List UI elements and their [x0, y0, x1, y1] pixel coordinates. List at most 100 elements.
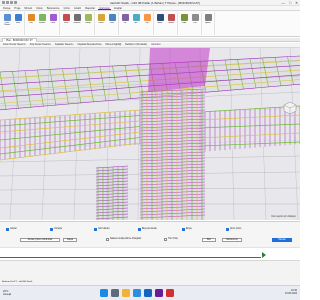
- rebar-icon: [97, 14, 105, 21]
- ribbon-tab-6[interactable]: Analiz: [73, 6, 82, 10]
- ribbon-button-label: Donatı: [98, 22, 104, 24]
- undo-icon[interactable]: [6, 1, 9, 4]
- mail-icon[interactable]: [144, 289, 152, 297]
- document-tab[interactable]: Plan - BODRUM KAT, FT: [2, 38, 37, 42]
- close-button[interactable]: ✕: [295, 1, 298, 5]
- ribbon-button-7-0[interactable]: Ayarlar: [203, 12, 213, 34]
- ribbon-button-label: Kolon: [15, 22, 21, 24]
- save-icon[interactable]: [2, 1, 5, 4]
- ribbon-group-0: Çizim Yöntemi Kolon: [2, 12, 25, 35]
- progress-strip: [0, 247, 300, 260]
- windows-icon[interactable]: [100, 289, 108, 297]
- pdf-icon[interactable]: [166, 289, 174, 297]
- idecad-icon[interactable]: [155, 289, 163, 297]
- ribbon-tab-4[interactable]: Betonarme: [46, 6, 61, 10]
- ribbon-button-4-2[interactable]: Ölçü: [142, 12, 152, 34]
- refresh-button[interactable]: Belirlenmiş: [222, 238, 242, 242]
- timeline-marker-icon[interactable]: [262, 252, 266, 258]
- option-check-3[interactable]: Boyuna donatı: [138, 228, 157, 231]
- ribbon-button-4-1[interactable]: Aks: [131, 12, 141, 34]
- grid-icon: [3, 14, 11, 21]
- option-check-label: Boyuna donatı: [142, 228, 157, 230]
- windows-taskbar: 20°C Güneşli 16:32 15.05.2024: [0, 285, 300, 300]
- option-check-5[interactable]: Çiroz çizim: [226, 228, 241, 231]
- option-check-0[interactable]: Göster: [6, 228, 17, 231]
- draw-all-button[interactable]: Donatı Çizimi Görüntüle: [20, 238, 60, 242]
- ribbon-tab-7[interactable]: Raporlar: [84, 6, 96, 10]
- 3d-viewport[interactable]: Yeni seçim için tıklayın: [0, 48, 300, 220]
- checkbox-icon[interactable]: [164, 238, 167, 241]
- ribbon-tab-0[interactable]: Dosya: [2, 6, 11, 10]
- close-option-button[interactable]: Kapat: [63, 238, 77, 242]
- ribbon-button-1-0[interactable]: Kiriş: [26, 12, 36, 34]
- ribbon-button-3-0[interactable]: Donatı: [96, 12, 106, 34]
- column-icon: [14, 14, 22, 21]
- axis-icon: [132, 14, 140, 21]
- redo-icon[interactable]: [10, 1, 13, 4]
- ramp-icon: [84, 14, 92, 21]
- status-text: Bodrum Kat FT - ideCAD Statik: [2, 281, 33, 283]
- checkbox-icon[interactable]: [6, 228, 9, 231]
- rebar-3d-scene[interactable]: [0, 48, 300, 220]
- maximize-button[interactable]: □: [289, 1, 291, 5]
- option-check-label: Etriye: [186, 228, 192, 230]
- view-cube-icon[interactable]: [283, 101, 297, 115]
- quick-access-toolbar: [2, 1, 17, 5]
- view-tab-0[interactable]: Kolon Donatı Tasarımı: [2, 43, 27, 47]
- ribbon-button-6-0[interactable]: Rapor: [179, 12, 189, 34]
- ribbon-button-2-1[interactable]: Merdiven: [72, 12, 82, 34]
- checkbox-icon[interactable]: [226, 228, 229, 231]
- checkbox-icon[interactable]: [138, 228, 141, 231]
- view-tab-3[interactable]: Kapaklar Boyutandırma: [76, 43, 102, 47]
- check-all-beams[interactable]: Tüm Kiriş: [164, 238, 178, 241]
- ribbon-button-2-2[interactable]: Rampa: [83, 12, 93, 34]
- ribbon-tab-5[interactable]: Çizim: [63, 6, 71, 10]
- checkbox-icon[interactable]: [50, 228, 53, 231]
- ribbon-button-6-1[interactable]: Çıktı: [190, 12, 200, 34]
- check-reinforcement-only[interactable]: Sadece Güçlendirme Parçaları: [106, 238, 141, 241]
- minimize-button[interactable]: —: [281, 1, 285, 5]
- option-check-4[interactable]: Etriye: [182, 228, 192, 231]
- ribbon-button-0-0[interactable]: Çizim Yöntemi: [2, 12, 12, 34]
- slab-icon: [38, 14, 46, 21]
- view-tab-6[interactable]: Görünüm: [150, 43, 162, 47]
- ribbon-tab-8[interactable]: Görünüm: [98, 6, 111, 10]
- ribbon-button-label: Perde: [50, 22, 56, 24]
- ribbon: Çizim Yöntemi Kolon Kiriş Döşeme Perde Temel M…: [0, 11, 300, 37]
- ribbon-tab-1[interactable]: Proje: [13, 6, 21, 10]
- view-tab-4[interactable]: Moment Eğriliği: [104, 43, 122, 47]
- ribbon-button-2-0[interactable]: Temel: [61, 12, 71, 34]
- ribbon-tab-3[interactable]: Kolon: [35, 6, 44, 10]
- checkbox-icon[interactable]: [182, 228, 185, 231]
- ribbon-tab-2[interactable]: Mimari: [23, 6, 33, 10]
- ok-button[interactable]: Tamam: [272, 238, 292, 242]
- ribbon-button-0-1[interactable]: Kolon: [13, 12, 23, 34]
- window-controls: — □ ✕: [281, 1, 298, 5]
- ribbon-button-1-1[interactable]: Döşeme: [37, 12, 47, 34]
- search-icon[interactable]: [111, 289, 119, 297]
- ribbon-button-label: Temel: [63, 22, 69, 24]
- option-check-1[interactable]: Yerleşik: [50, 228, 62, 231]
- print-icon: [191, 14, 199, 21]
- view-tab-5[interactable]: Betibrka 1 (Donatılar): [124, 43, 148, 47]
- ribbon-tab-9[interactable]: Araçlar: [113, 6, 123, 10]
- browser-icon[interactable]: [133, 289, 141, 297]
- checkbox-icon[interactable]: [106, 238, 109, 241]
- clock-date[interactable]: 15.05.2024: [285, 292, 297, 295]
- ribbon-button-3-1[interactable]: Kesit: [107, 12, 117, 34]
- ribbon-group-5: Analiz Tasarım: [155, 12, 178, 35]
- wall-icon: [49, 14, 57, 21]
- option-check-2[interactable]: Gizli donatı: [94, 228, 110, 231]
- view-tab-2[interactable]: Kapaklar Tasarımı: [54, 43, 74, 47]
- finish-button[interactable]: Bitir: [202, 238, 216, 242]
- ribbon-button-5-0[interactable]: Analiz: [155, 12, 165, 34]
- ribbon-button-1-2[interactable]: Perde: [48, 12, 58, 34]
- weather-widget[interactable]: 20°C Güneşli: [3, 290, 11, 296]
- print-icon[interactable]: [14, 1, 17, 4]
- ribbon-button-5-1[interactable]: Tasarım: [166, 12, 176, 34]
- checkbox-icon[interactable]: [94, 228, 97, 231]
- folder-icon[interactable]: [122, 289, 130, 297]
- ribbon-button-4-0[interactable]: Kat: [120, 12, 130, 34]
- view-tab-1[interactable]: Kiriş Donatı Tasarımı: [29, 43, 52, 47]
- system-tray: 16:32 15.05.2024: [285, 289, 297, 296]
